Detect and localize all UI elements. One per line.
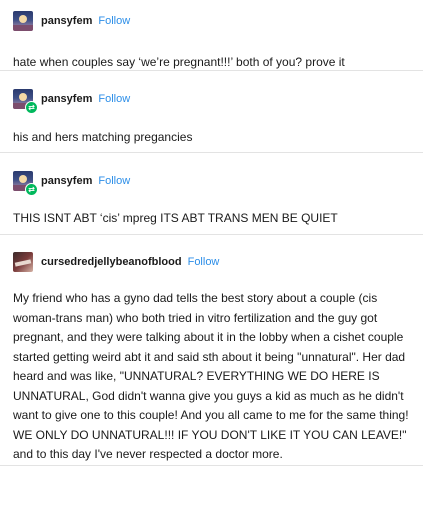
username[interactable]: cursedredjellybeanofblood: [41, 256, 182, 268]
post-header: cursedredjellybeanofblood Follow: [0, 250, 423, 274]
follow-button[interactable]: Follow: [98, 175, 130, 187]
reblog-icon: ⇄: [25, 101, 38, 114]
post-body: THIS ISNT ABT ‘cis’ mpreg ITS ABT TRANS …: [13, 211, 338, 225]
post-4: cursedredjellybeanofblood Follow My frie…: [0, 235, 423, 466]
post-header: ⇄ pansyfem Follow: [0, 169, 423, 196]
post-header: ⇄ pansyfem Follow: [0, 87, 423, 114]
post-header: pansyfem Follow: [0, 9, 423, 33]
avatar[interactable]: ⇄: [13, 89, 38, 114]
follow-button[interactable]: Follow: [98, 93, 130, 105]
post-1: pansyfem Follow hate when couples say ‘w…: [0, 0, 423, 71]
reblog-icon: ⇄: [25, 183, 38, 196]
username[interactable]: pansyfem: [41, 175, 92, 187]
sunset-avatar-icon: [13, 11, 33, 31]
post-2: ⇄ pansyfem Follow his and hers matching …: [0, 71, 423, 153]
post-body: his and hers matching pregancies: [13, 130, 193, 144]
avatar[interactable]: [13, 11, 33, 31]
photo-avatar-icon: [13, 252, 33, 272]
follow-button[interactable]: Follow: [98, 15, 130, 27]
avatar[interactable]: [13, 252, 33, 272]
post-3: ⇄ pansyfem Follow THIS ISNT ABT ‘cis’ mp…: [0, 153, 423, 235]
username[interactable]: pansyfem: [41, 15, 92, 27]
username[interactable]: pansyfem: [41, 93, 92, 105]
post-body: hate when couples say ‘we’re pregnant!!!…: [13, 55, 345, 69]
post-body: My friend who has a gyno dad tells the b…: [13, 291, 409, 461]
avatar[interactable]: ⇄: [13, 171, 38, 196]
follow-button[interactable]: Follow: [188, 256, 220, 268]
